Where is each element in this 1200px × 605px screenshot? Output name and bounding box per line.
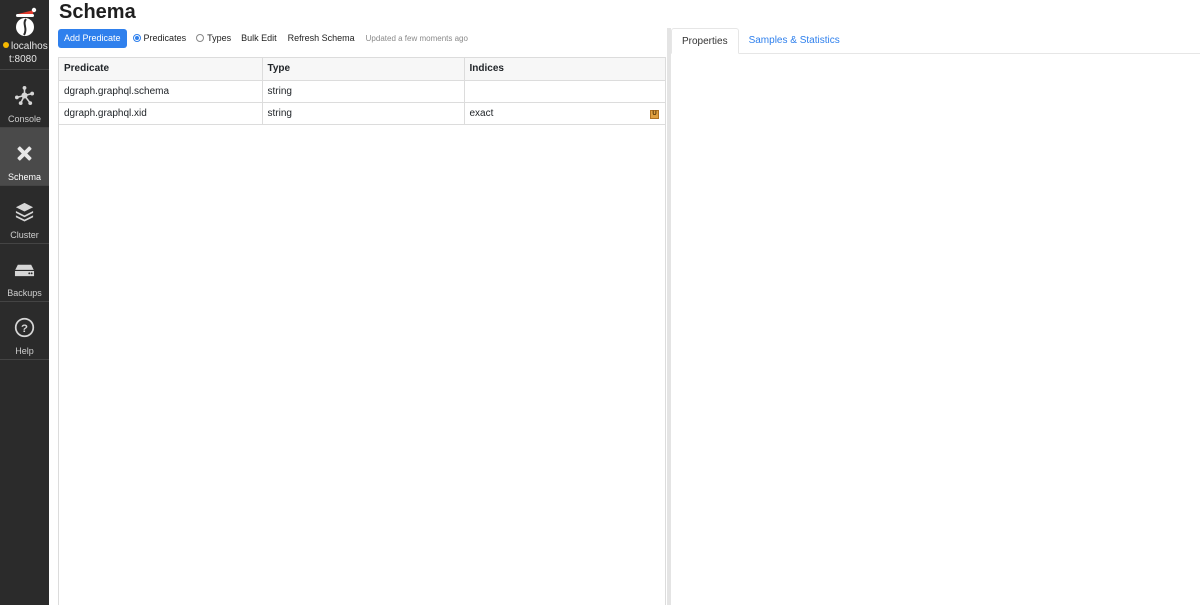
predicates-table-panel: Predicate Type Indices dgraph.graphql.sc… xyxy=(58,57,666,605)
column-header-indices[interactable]: Indices xyxy=(464,58,665,81)
indices-cell: exact U xyxy=(464,102,665,125)
sidebar-item-backups[interactable]: Backups xyxy=(0,244,49,302)
schema-icon xyxy=(17,146,32,161)
column-header-type[interactable]: Type xyxy=(262,58,465,81)
column-header-predicate[interactable]: Predicate xyxy=(59,58,263,81)
cluster-icon xyxy=(15,202,34,222)
tab-samples-statistics[interactable]: Samples & Statistics xyxy=(739,28,850,54)
tab-properties[interactable]: Properties xyxy=(671,28,739,54)
sidebar-item-label: Help xyxy=(15,346,34,356)
server-address-line2: t:8080 xyxy=(9,54,37,65)
type-cell: string xyxy=(262,102,465,125)
table-header-row: Predicate Type Indices xyxy=(59,58,665,81)
type-cell: string xyxy=(262,80,465,103)
logo-area: localhos t:8080 xyxy=(0,0,49,70)
predicate-cell: dgraph.graphql.xid xyxy=(59,102,263,125)
sidebar-item-label: Backups xyxy=(7,288,42,298)
connection-status-icon xyxy=(3,42,9,48)
panel-splitter[interactable] xyxy=(667,28,671,605)
right-panel-tabs: Properties Samples & Statistics xyxy=(671,28,1200,54)
server-address-line1: localhos xyxy=(11,41,48,52)
sidebar-item-label: Console xyxy=(7,114,42,124)
sidebar-item-console[interactable]: Console xyxy=(0,70,49,128)
indices-cell xyxy=(464,80,665,103)
refresh-schema-button[interactable]: Refresh Schema xyxy=(288,33,355,43)
sidebar: localhos t:8080 Console Schema Cluster B… xyxy=(0,0,49,605)
help-icon: ? xyxy=(14,317,35,338)
dgraph-logo-icon[interactable] xyxy=(12,4,38,38)
schema-toolbar: Add Predicate Predicates Types Bulk Edit… xyxy=(58,28,468,48)
updated-status: Updated a few moments ago xyxy=(365,33,468,43)
bulk-edit-button[interactable]: Bulk Edit xyxy=(241,33,277,43)
predicate-cell: dgraph.graphql.schema xyxy=(59,80,263,103)
console-icon xyxy=(14,85,35,106)
predicates-radio[interactable]: Predicates xyxy=(132,33,187,43)
sidebar-item-label: Schema xyxy=(7,172,42,182)
radio-checked-icon[interactable] xyxy=(132,34,141,42)
predicates-radio-label: Predicates xyxy=(143,33,187,43)
table-row[interactable]: dgraph.graphql.xid string exact U xyxy=(59,102,665,125)
predicates-table: Predicate Type Indices dgraph.graphql.sc… xyxy=(59,58,665,125)
sidebar-item-label: Cluster xyxy=(10,230,39,240)
types-radio[interactable]: Types xyxy=(196,33,231,43)
table-row[interactable]: dgraph.graphql.schema string xyxy=(59,80,665,103)
backups-icon xyxy=(14,264,35,277)
types-radio-label: Types xyxy=(207,33,232,43)
sidebar-item-schema[interactable]: Schema xyxy=(0,128,49,186)
indices-value: exact xyxy=(469,107,494,119)
svg-text:?: ? xyxy=(21,323,28,335)
sidebar-item-help[interactable]: ? Help xyxy=(0,302,49,360)
add-predicate-button[interactable]: Add Predicate xyxy=(58,28,127,48)
sidebar-item-cluster[interactable]: Cluster xyxy=(0,186,49,244)
radio-unchecked-icon[interactable] xyxy=(196,34,205,42)
server-address[interactable]: localhos t:8080 xyxy=(3,40,49,66)
upsert-badge: U xyxy=(650,109,659,119)
page-title: Schema xyxy=(59,1,136,23)
